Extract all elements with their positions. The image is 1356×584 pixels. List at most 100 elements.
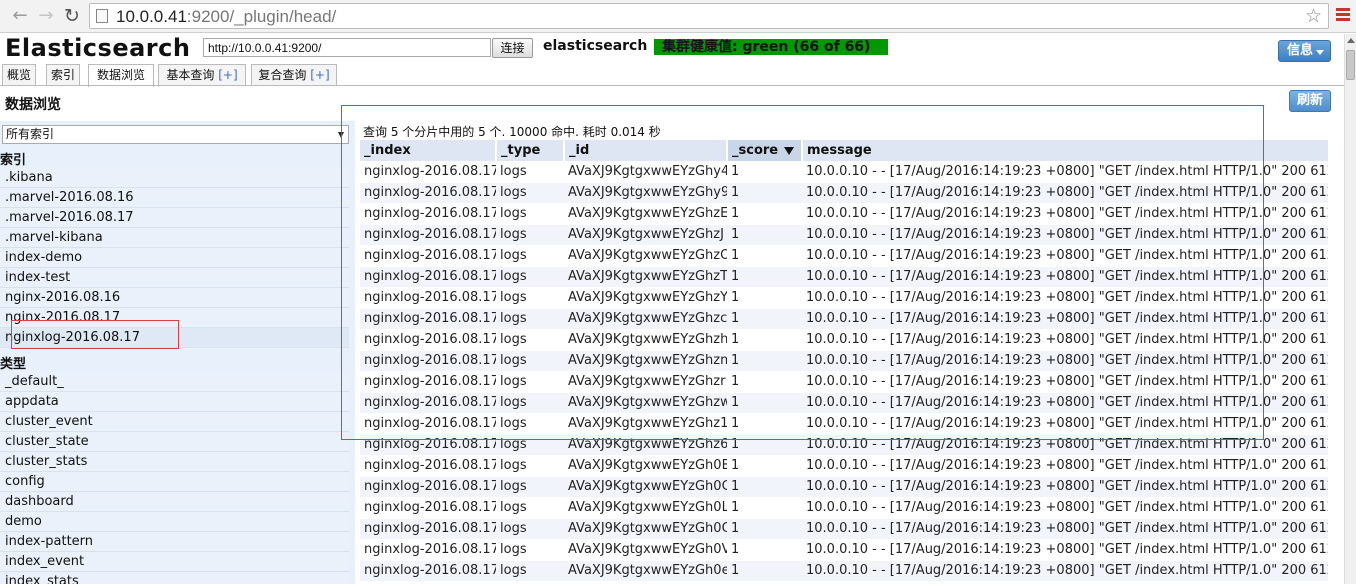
cell-score: 1 [727, 518, 802, 540]
table-row[interactable]: nginxlog-2016.08.17 logs AVaXJ9KgtgxwwEYzG… [360, 350, 1328, 372]
cell-type: logs [496, 413, 564, 435]
cell-message: 10.0.0.10 - - [17/Aug/2016:14:19:23 +080… [802, 224, 1328, 246]
sidebar-item-type[interactable]: index-pattern [0, 532, 349, 552]
table-row[interactable]: nginxlog-2016.08.17 logs AVaXJ9KgtgxwwEYzG… [360, 371, 1328, 393]
scroll-thumb[interactable] [1346, 50, 1355, 80]
column-header-index[interactable]: _index [360, 140, 497, 161]
sidebar-item-type[interactable]: dashboard [0, 492, 349, 512]
sidebar-item-type[interactable]: _default_ [0, 372, 349, 392]
column-header-message[interactable]: message [802, 140, 1328, 161]
cell-message: 10.0.0.10 - - [17/Aug/2016:14:19:23 +080… [802, 203, 1328, 225]
sidebar-item-index[interactable]: .marvel-2016.08.16 [0, 188, 349, 208]
cell-score: 1 [727, 203, 802, 225]
table-row[interactable]: nginxlog-2016.08.17 logs AVaXJ9KgtgxwwEYzG… [360, 560, 1328, 582]
cell-message: 10.0.0.10 - - [17/Aug/2016:14:19:23 +080… [802, 329, 1328, 351]
tab-basic-query[interactable]: 基本查询 [+] [158, 64, 246, 86]
table-header-row: _index _type _id _score message [360, 140, 1328, 161]
sidebar-item-type[interactable]: config [0, 472, 349, 492]
connect-button[interactable]: 连接 [492, 38, 533, 58]
cell-score: 1 [727, 161, 802, 183]
cell-type: logs [496, 518, 564, 540]
results-table-container: _index _type _id _score message nginxlog… [360, 140, 1328, 584]
table-row[interactable]: nginxlog-2016.08.17 logs AVaXJ9KgtgxwwEYzG… [360, 476, 1328, 498]
sidebar-item-index-selected[interactable]: nginxlog-2016.08.17 [0, 328, 349, 348]
tab-divider [0, 85, 1356, 86]
table-row[interactable]: nginxlog-2016.08.17 logs AVaXJ9KgtgxwwEYzG… [360, 287, 1328, 309]
cell-type: logs [496, 203, 564, 225]
table-row[interactable]: nginxlog-2016.08.17 logs AVaXJ9KgtgxwwEYzG… [360, 245, 1328, 267]
sidebar-item-index[interactable]: .kibana [0, 168, 349, 188]
sidebar-item-type[interactable]: index_stats [0, 572, 349, 584]
table-row[interactable]: nginxlog-2016.08.17 logs AVaXJ9KgtgxwwEYzG… [360, 413, 1328, 435]
table-row[interactable]: nginxlog-2016.08.17 logs AVaXJ9KgtgxwwEYzG… [360, 539, 1328, 561]
cell-message: 10.0.0.10 - - [17/Aug/2016:14:19:23 +080… [802, 161, 1328, 183]
table-row[interactable]: nginxlog-2016.08.17 logs AVaXJ9KgtgxwwEYzG… [360, 161, 1328, 183]
sidebar-item-type[interactable]: cluster_stats [0, 452, 349, 472]
results-table: _index _type _id _score message nginxlog… [360, 140, 1328, 582]
scroll-up-arrow-icon[interactable] [1347, 38, 1355, 43]
url-path: :9200/_plugin/head/ [186, 7, 337, 26]
column-header-id[interactable]: _id [564, 140, 728, 161]
address-bar[interactable]: 10.0.0.41:9200/_plugin/head/ ☆ [89, 3, 1329, 29]
cell-message: 10.0.0.10 - - [17/Aug/2016:14:19:23 +080… [802, 497, 1328, 519]
cell-index: nginxlog-2016.08.17 [360, 371, 496, 393]
column-header-score[interactable]: _score [727, 140, 803, 161]
cell-index: nginxlog-2016.08.17 [360, 245, 496, 267]
table-row[interactable]: nginxlog-2016.08.17 logs AVaXJ9KgtgxwwEYzG… [360, 266, 1328, 288]
cell-id: AVaXJ9KgtgxwwEYzGh0L [564, 497, 727, 519]
table-row[interactable]: nginxlog-2016.08.17 logs AVaXJ9KgtgxwwEYzG… [360, 392, 1328, 414]
back-arrow-icon[interactable]: ← [8, 4, 32, 28]
forward-arrow-icon[interactable]: → [34, 4, 58, 28]
sidebar-item-index[interactable]: nginx-2016.08.17 [0, 308, 349, 328]
cell-index: nginxlog-2016.08.17 [360, 560, 496, 582]
bookmark-star-icon[interactable]: ☆ [1305, 5, 1322, 27]
cell-index: nginxlog-2016.08.17 [360, 203, 496, 225]
cell-message: 10.0.0.10 - - [17/Aug/2016:14:19:23 +080… [802, 308, 1328, 330]
table-row[interactable]: nginxlog-2016.08.17 logs AVaXJ9KgtgxwwEYzG… [360, 224, 1328, 246]
refresh-button[interactable]: 刷新 [1289, 90, 1331, 112]
tab-overview[interactable]: 概览 [2, 64, 36, 86]
sidebar-item-index[interactable]: .marvel-2016.08.17 [0, 208, 349, 228]
sidebar-item-index[interactable]: index-demo [0, 248, 349, 268]
table-row[interactable]: nginxlog-2016.08.17 logs AVaXJ9KgtgxwwEYzG… [360, 329, 1328, 351]
url-host: 10.0.0.41 [116, 7, 187, 26]
index-list: .kibana .marvel-2016.08.16 .marvel-2016.… [0, 168, 349, 348]
cell-id: AVaXJ9KgtgxwwEYzGhzY [564, 287, 727, 309]
table-row[interactable]: nginxlog-2016.08.17 logs AVaXJ9KgtgxwwEYzG… [360, 497, 1328, 519]
sidebar-item-index[interactable]: nginx-2016.08.16 [0, 288, 349, 308]
sidebar-item-index[interactable]: .marvel-kibana [0, 228, 349, 248]
scrollbar[interactable] [1344, 34, 1356, 584]
cell-score: 1 [727, 476, 802, 498]
tab-indices[interactable]: 索引 [46, 64, 80, 86]
sidebar-item-type[interactable]: appdata [0, 392, 349, 412]
table-row[interactable]: nginxlog-2016.08.17 logs AVaXJ9KgtgxwwEYzG… [360, 203, 1328, 225]
cell-index: nginxlog-2016.08.17 [360, 266, 496, 288]
menu-icon[interactable] [1336, 8, 1350, 22]
sidebar-item-type[interactable]: cluster_event [0, 412, 349, 432]
sidebar-item-type[interactable]: demo [0, 512, 349, 532]
cell-type: logs [496, 497, 564, 519]
info-dropdown-button[interactable]: 信息 [1278, 40, 1331, 62]
cell-type: logs [496, 287, 564, 309]
sidebar-item-type[interactable]: index_event [0, 552, 349, 572]
table-row[interactable]: nginxlog-2016.08.17 logs AVaXJ9KgtgxwwEYzG… [360, 434, 1328, 456]
table-row[interactable]: nginxlog-2016.08.17 logs AVaXJ9KgtgxwwEYzG… [360, 182, 1328, 204]
cell-id: AVaXJ9KgtgxwwEYzGhzr [564, 371, 727, 393]
sidebar-item-type[interactable]: cluster_state [0, 432, 349, 452]
reload-icon[interactable]: ↻ [60, 4, 84, 28]
column-header-score-label: _score [732, 143, 779, 158]
table-row[interactable]: nginxlog-2016.08.17 logs AVaXJ9KgtgxwwEYzG… [360, 518, 1328, 540]
cell-message: 10.0.0.10 - - [17/Aug/2016:14:19:23 +080… [802, 434, 1328, 456]
sidebar-item-index[interactable]: index-test [0, 268, 349, 288]
column-header-type[interactable]: _type [496, 140, 565, 161]
cell-score: 1 [727, 182, 802, 204]
tab-browser[interactable]: 数据浏览 [88, 64, 154, 87]
tab-compound-query[interactable]: 复合查询 [+] [251, 64, 337, 86]
connection-url-input[interactable] [203, 38, 491, 57]
cell-id: AVaXJ9KgtgxwwEYzGhzc [564, 308, 727, 330]
dropdown-arrow-icon [338, 132, 344, 138]
index-select[interactable]: 所有索引 [2, 125, 349, 144]
cell-type: logs [496, 224, 564, 246]
table-row[interactable]: nginxlog-2016.08.17 logs AVaXJ9KgtgxwwEYzG… [360, 455, 1328, 477]
table-row[interactable]: nginxlog-2016.08.17 logs AVaXJ9KgtgxwwEYzG… [360, 308, 1328, 330]
